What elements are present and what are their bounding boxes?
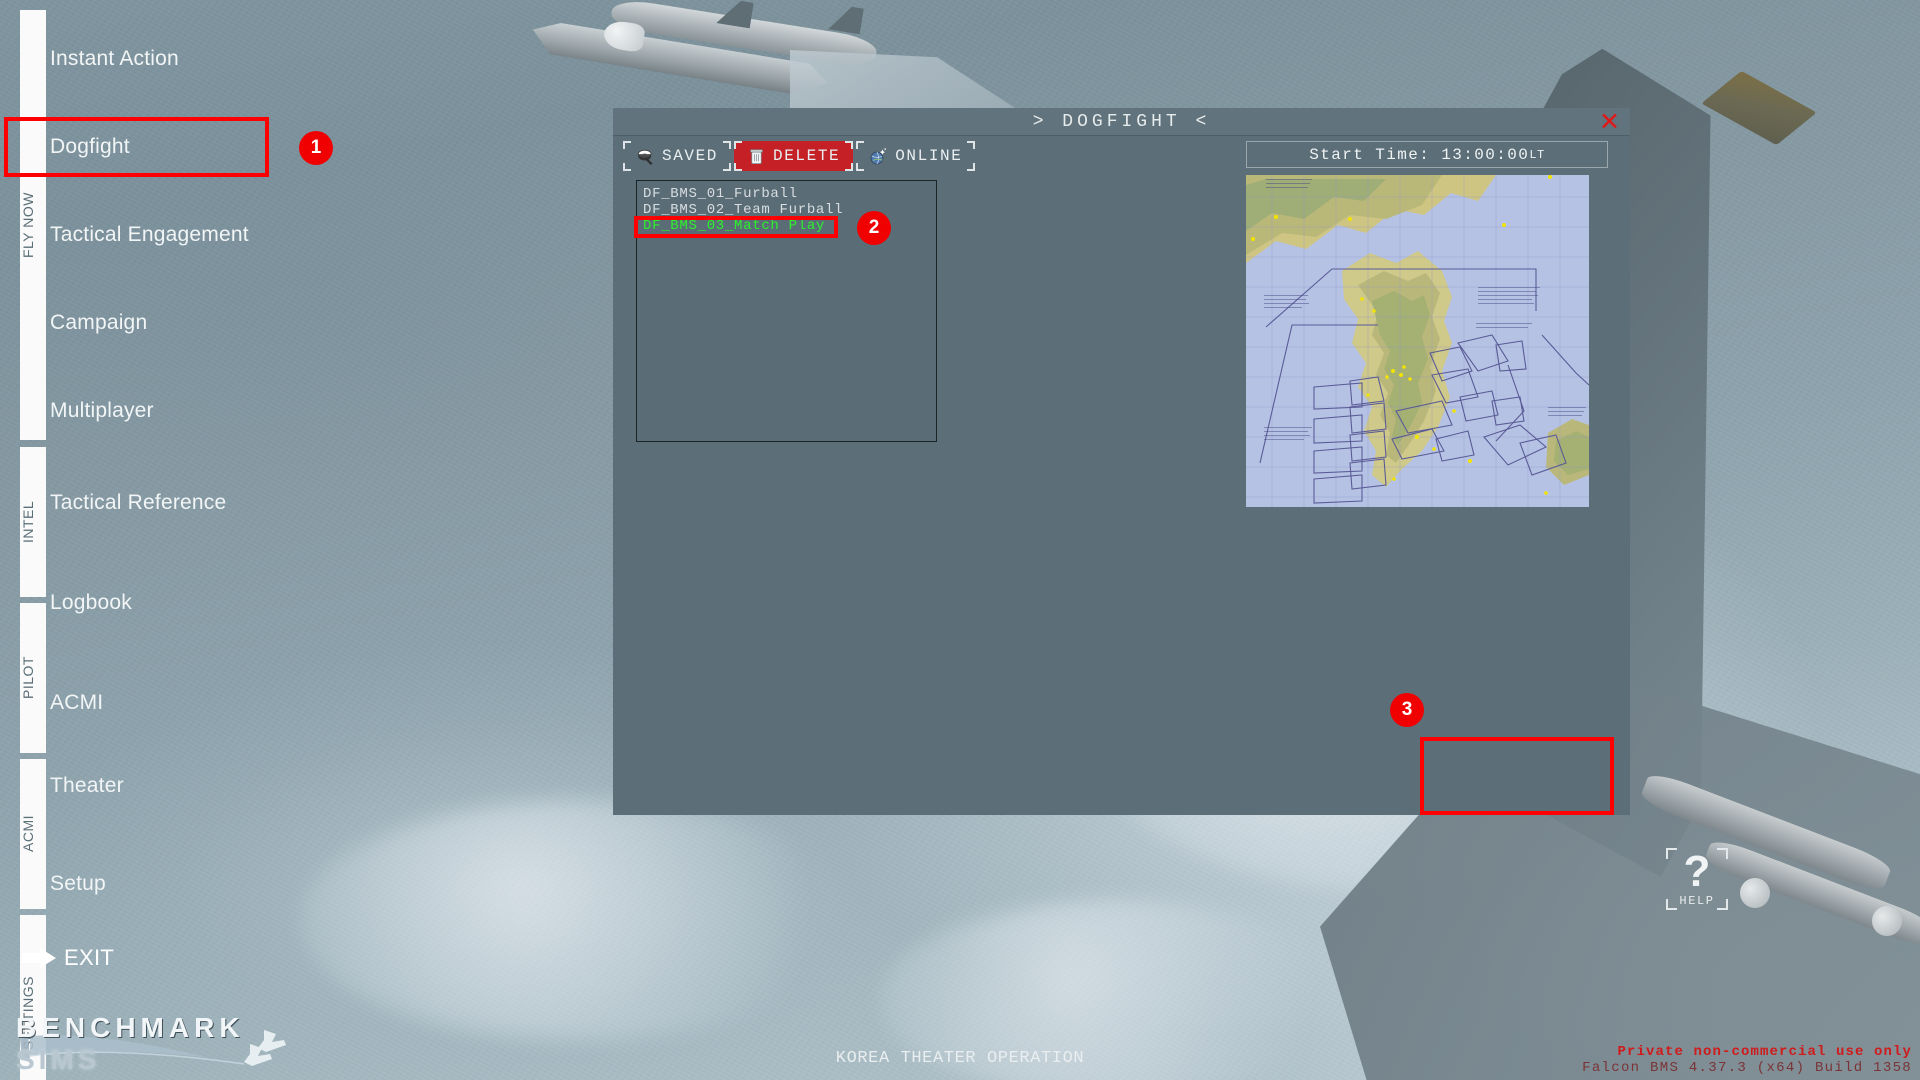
globe-icon <box>870 147 887 164</box>
sidebar-item-tactical-engagement[interactable]: Tactical Engagement <box>50 223 249 247</box>
arrow-right-icon <box>22 948 56 968</box>
footer-bar: BENCHMARKSIMS KOREA THEATER OPERATION Pr… <box>0 1012 1920 1080</box>
list-item[interactable]: DF_BMS_01_Furball <box>643 186 930 202</box>
sidebar-item-instant-action[interactable]: Instant Action <box>50 47 179 71</box>
logo-main: BENCHMARK <box>16 1012 245 1043</box>
dialog-title: > DOGFIGHT < <box>1032 111 1211 132</box>
annotation-badge-1: 1 <box>299 131 333 165</box>
dialog-tabs: SAVED DELETE ONLINE <box>623 141 976 171</box>
sidebar-item-tactical-reference[interactable]: Tactical Reference <box>50 491 226 515</box>
sidebar-item-campaign[interactable]: Campaign <box>50 311 147 335</box>
main-menu-sidebar: FLY NOW INTEL PILOT ACMI SETTINGS Instan… <box>0 0 330 1080</box>
saved-files-list[interactable]: DF_BMS_01_Furball DF_BMS_02_Team Furball… <box>636 180 937 442</box>
annotation-badge-2: 2 <box>857 211 891 245</box>
rail-label-acmi: ACMI <box>20 815 36 853</box>
rail-fly-now: FLY NOW <box>20 10 46 440</box>
start-time-value: Start Time: 13:00:00 <box>1309 145 1530 164</box>
rail-intel: INTEL <box>20 447 46 597</box>
question-mark-icon: ? <box>1683 847 1711 896</box>
rail-label-intel: INTEL <box>20 500 36 544</box>
tab-online-label: ONLINE <box>895 147 963 165</box>
sidebar-item-logbook[interactable]: Logbook <box>50 591 132 615</box>
exit-button[interactable]: EXIT <box>22 945 114 971</box>
sidebar-item-acmi[interactable]: ACMI <box>50 691 103 715</box>
rail-label-pilot: PILOT <box>20 656 36 700</box>
tab-delete[interactable]: DELETE <box>734 141 854 171</box>
wing-missile-nose-1 <box>1872 906 1902 936</box>
start-time-field[interactable]: Start Time: 13:00:00 LT <box>1246 141 1608 168</box>
application-window: FLY NOW INTEL PILOT ACMI SETTINGS Instan… <box>0 0 1920 1080</box>
disk-icon <box>637 149 653 165</box>
help-button[interactable]: ? HELP <box>1666 848 1728 910</box>
annotation-badge-3: 3 <box>1390 693 1424 727</box>
exit-label: EXIT <box>64 945 115 970</box>
license-notice: Private non-commercial use only <box>1617 1044 1912 1060</box>
sidebar-item-dogfight[interactable]: Dogfight <box>50 135 130 159</box>
dialog-titlebar: > DOGFIGHT < ✕ <box>613 108 1630 136</box>
build-version: Falcon BMS 4.37.3 (x64) Build 1358 <box>1582 1060 1912 1076</box>
rail-label-fly-now: FLY NOW <box>20 192 36 258</box>
tab-online[interactable]: ONLINE <box>856 141 976 171</box>
trash-icon <box>750 148 763 164</box>
start-time-unit: LT <box>1529 147 1545 162</box>
korea-theater-map-thumbnail[interactable] <box>1246 175 1589 507</box>
rail-acmi: ACMI <box>20 759 46 909</box>
rail-pilot: PILOT <box>20 603 46 753</box>
sidebar-item-setup[interactable]: Setup <box>50 872 106 896</box>
wing-missile-nose-2 <box>1740 878 1770 908</box>
list-item[interactable]: DF_BMS_02_Team Furball <box>643 202 930 218</box>
cloud-3 <box>300 800 860 1040</box>
tab-saved[interactable]: SAVED <box>623 141 732 171</box>
version-info: Private non-commercial use only Falcon B… <box>1582 1044 1912 1076</box>
close-icon[interactable]: ✕ <box>1599 109 1620 135</box>
tab-delete-label: DELETE <box>773 147 841 165</box>
sidebar-item-multiplayer[interactable]: Multiplayer <box>50 399 154 423</box>
help-button-label: HELP <box>1679 894 1715 908</box>
dogfight-dialog: > DOGFIGHT < ✕ SAVED DELETE ONLINE Start… <box>613 108 1728 910</box>
map-graphic <box>1246 175 1589 507</box>
sidebar-item-theater[interactable]: Theater <box>50 774 124 798</box>
tab-saved-label: SAVED <box>662 147 719 165</box>
